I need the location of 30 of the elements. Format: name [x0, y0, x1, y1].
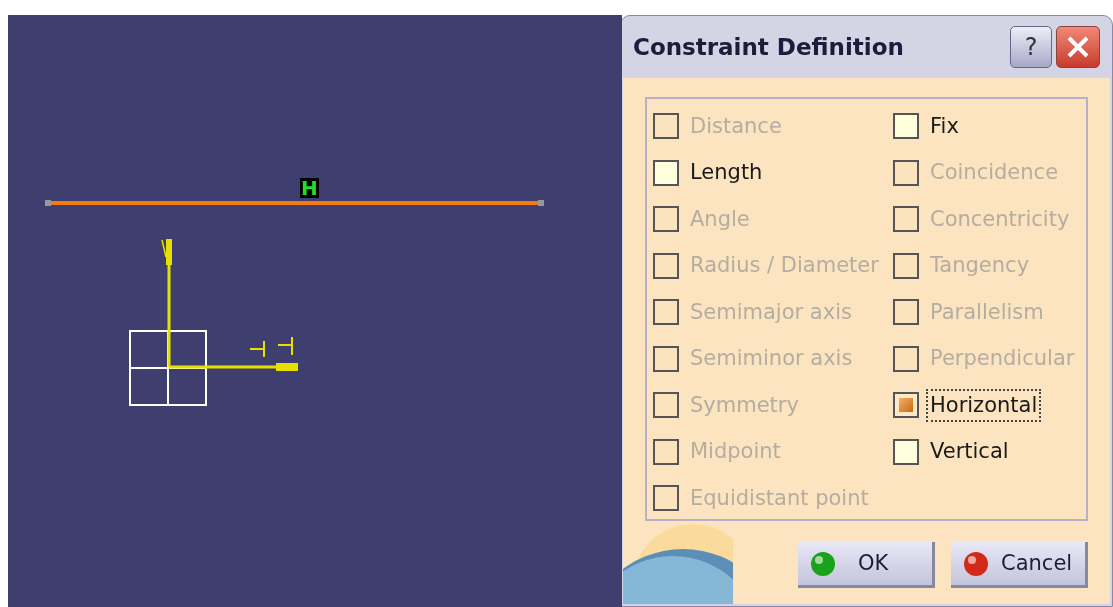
close-icon — [1066, 35, 1090, 59]
checkbox-label: Symmetry — [689, 391, 800, 419]
checkbox-label: Perpendicular — [929, 345, 1076, 373]
checkbox-label: Distance — [689, 112, 783, 140]
checkbox[interactable] — [893, 392, 919, 419]
checkbox-label: Tangency — [929, 252, 1031, 280]
checkbox-label: Equidistant point — [689, 484, 870, 512]
checkbox-label: Semimajor axis — [689, 298, 853, 326]
checkbox-label: Concentricity — [929, 205, 1071, 233]
window-title: Constraint Definition — [633, 32, 905, 62]
checkbox-label: Midpoint — [689, 438, 782, 466]
checkbox[interactable] — [653, 159, 679, 186]
checkbox[interactable] — [893, 113, 919, 140]
status-light-icon — [963, 550, 989, 577]
checkbox-label: Radius / Diameter — [689, 252, 880, 280]
close-button[interactable] — [1056, 26, 1100, 68]
ok-button[interactable]: OK — [798, 542, 935, 588]
checkbox-label: Length — [689, 159, 764, 187]
checkbox-label: Fix — [929, 112, 960, 140]
checkbox-label: Coincidence — [929, 159, 1060, 187]
status-light-icon — [810, 550, 836, 577]
checkbox-label: Horizontal — [926, 388, 1042, 422]
help-button[interactable]: ? — [1010, 26, 1052, 68]
checkbox-label: Parallelism — [929, 298, 1045, 326]
checkbox-label: Semiminor axis — [689, 345, 854, 373]
checkbox-label: Vertical — [929, 438, 1010, 466]
cancel-button[interactable]: Cancel — [951, 542, 1088, 588]
checkbox-label: Angle — [689, 205, 751, 233]
constraint-symbol: H — [300, 178, 319, 198]
checkbox[interactable] — [893, 438, 919, 465]
